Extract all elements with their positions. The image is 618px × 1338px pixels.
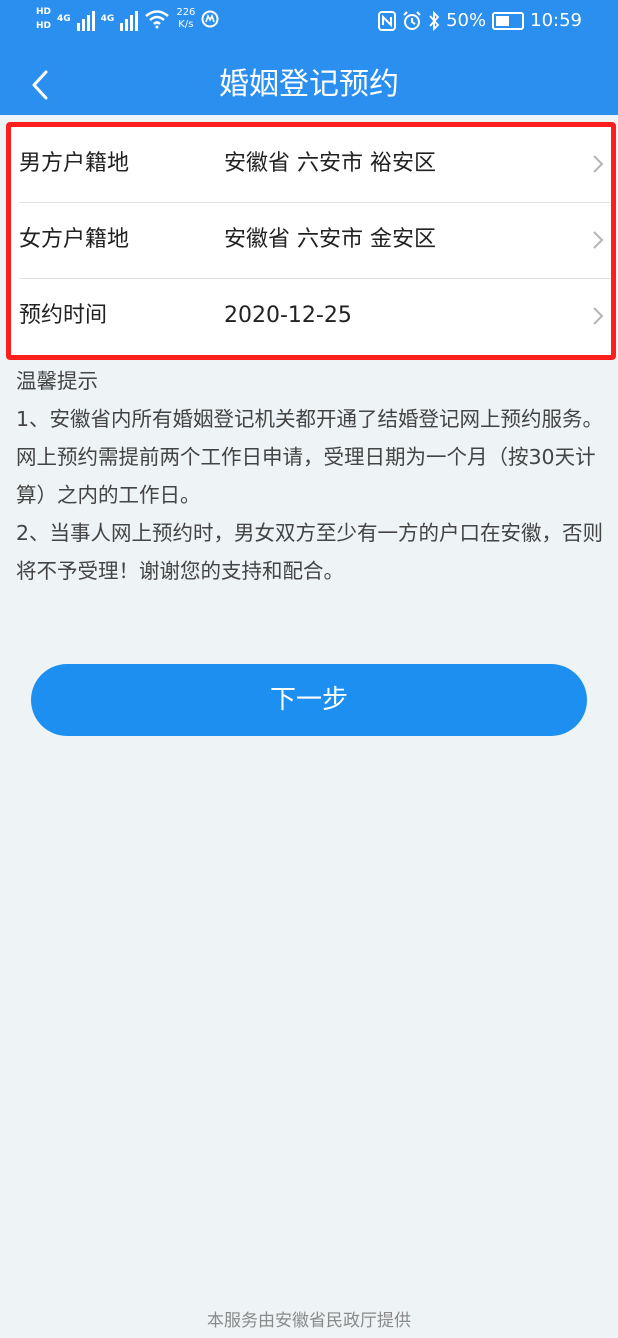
chevron-right-icon — [593, 307, 604, 325]
row-value: 安徽省 六安市 裕安区 — [224, 151, 436, 176]
hd-icon: HD — [36, 21, 52, 31]
male-household-registration-row[interactable]: 男方户籍地 安徽省 六安市 裕安区 — [11, 127, 611, 201]
row-label: 女方户籍地 — [19, 227, 130, 252]
network-speed: 226 K/s — [176, 7, 196, 30]
battery-percentage: 50% — [446, 10, 487, 31]
appointment-form: 男方户籍地 安徽省 六安市 裕安区 女方户籍地 安徽省 六安市 金安区 预约时间… — [6, 122, 616, 360]
chevron-right-icon — [593, 231, 604, 249]
tip-item: 2、当事人网上预约时，男女双方至少有一方的户口在安徽，否则将不予受理！谢谢您的支… — [16, 521, 604, 583]
signal-icon — [120, 7, 139, 31]
appointment-date-row[interactable]: 预约时间 2020-12-25 — [11, 279, 611, 353]
page-title: 婚姻登记预约 — [219, 67, 399, 102]
nfc-icon — [378, 10, 397, 31]
app-notification-icon — [201, 10, 219, 28]
tip-item: 1、安徽省内所有婚姻登记机关都开通了结婚登记网上预约服务。网上预约需提前两个工作… — [16, 407, 604, 507]
wifi-icon — [145, 10, 170, 29]
hd-indicators: HD HD — [36, 6, 51, 32]
female-household-registration-row[interactable]: 女方户籍地 安徽省 六安市 金安区 — [11, 203, 611, 277]
hd-icon: HD — [36, 7, 52, 17]
row-label: 预约时间 — [19, 303, 108, 328]
alarm-icon — [403, 10, 421, 30]
network-type: 4G — [57, 14, 71, 24]
clock: 10:59 — [530, 10, 582, 31]
row-value: 2020-12-25 — [224, 303, 352, 328]
bluetooth-icon — [429, 10, 440, 31]
chevron-right-icon — [593, 155, 604, 173]
row-value: 安徽省 六安市 金安区 — [224, 227, 436, 252]
next-step-button[interactable]: 下一步 — [31, 664, 587, 736]
network-type: 4G — [100, 14, 115, 24]
footer-text: 本服务由安徽省民政厅提供 — [207, 1311, 411, 1331]
signal-icon — [76, 7, 95, 31]
battery-icon — [492, 11, 525, 30]
tips-section: 温馨提示 1、安徽省内所有婚姻登记机关都开通了结婚登记网上预约服务。网上预约需提… — [16, 362, 608, 590]
tips-title: 温馨提示 — [16, 369, 98, 393]
row-label: 男方户籍地 — [19, 151, 130, 176]
status-bar: HD HD 4G 4G 226 K/s 50% 10:59 — [0, 0, 618, 46]
app-header: HD HD 4G 4G 226 K/s 50% 10:59 婚姻登记预约 — [0, 0, 618, 115]
